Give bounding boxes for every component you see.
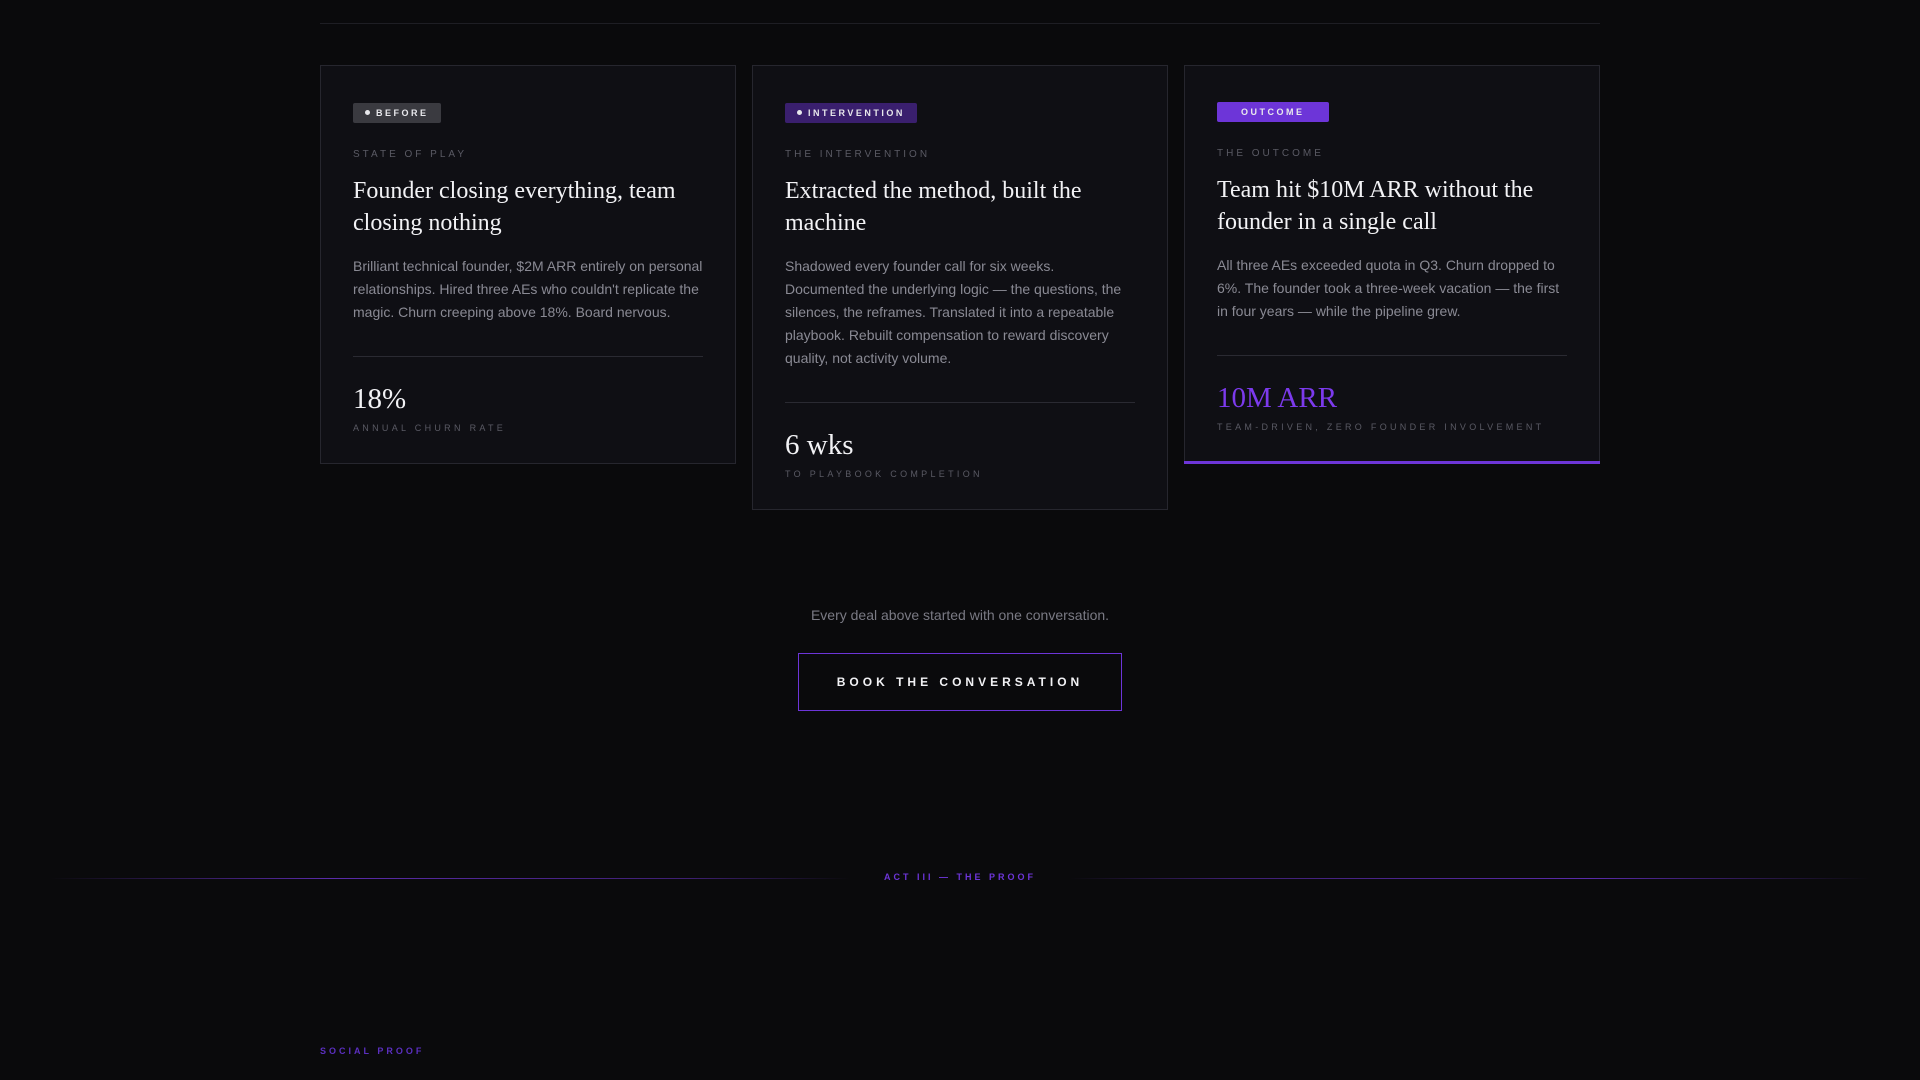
act-divider-line-right: [1070, 878, 1870, 879]
case-card-before: BEFORE STATE OF PLAY Founder closing eve…: [320, 65, 736, 464]
card-eyebrow: THE OUTCOME: [1217, 148, 1324, 159]
badge-before: BEFORE: [353, 102, 441, 123]
act-divider-line-left: [50, 878, 850, 879]
page: BEFORE STATE OF PLAY Founder closing eve…: [0, 0, 1920, 1080]
badge-label: INTERVENTION: [808, 107, 905, 118]
card-metric-label: TEAM-DRIVEN, ZERO FOUNDER INVOLVEMENT: [1217, 422, 1545, 432]
badge-intervention: INTERVENTION: [785, 102, 917, 123]
case-card-intervention: INTERVENTION THE INTERVENTION Extracted …: [752, 65, 1168, 510]
card-body: Brilliant technical founder, $2M ARR ent…: [353, 257, 703, 320]
card-title: Team hit $10M ARR without the founder in…: [1217, 177, 1534, 235]
card-title: Founder closing everything, team closing…: [353, 177, 676, 236]
card-eyebrow: THE INTERVENTION: [785, 148, 931, 160]
badge-label: OUTCOME: [1241, 107, 1305, 117]
card-eyebrow: STATE OF PLAY: [353, 148, 468, 160]
bullet-dot-icon: [797, 110, 802, 115]
cta-caption: Every deal above started with one conver…: [810, 607, 1110, 623]
card-metric-label: TO PLAYBOOK COMPLETION: [785, 468, 983, 479]
card-metric: 6 wks: [785, 428, 854, 461]
card-title: Extracted the method, built the machine: [785, 177, 1082, 236]
top-divider: [320, 23, 1600, 24]
card-divider: [353, 355, 703, 357]
card-body: Shadowed every founder call for six week…: [785, 257, 1122, 366]
section-label-social-proof: SOCIAL PROOF: [320, 1046, 425, 1056]
book-conversation-button[interactable]: BOOK THE CONVERSATION: [798, 653, 1122, 711]
card-body: All three AEs exceeded quota in Q3. Chur…: [1217, 257, 1560, 319]
act-divider-label: ACT III — THE PROOF: [883, 872, 1036, 882]
card-divider: [1217, 355, 1567, 356]
card-metric: 18%: [353, 382, 407, 415]
card-metric: 10M ARR: [1217, 382, 1338, 414]
card-divider: [785, 401, 1135, 403]
bullet-dot-icon: [365, 110, 370, 115]
badge-label: BEFORE: [376, 107, 429, 118]
case-card-outcome: OUTCOME THE OUTCOME Team hit $10M ARR wi…: [1184, 65, 1600, 464]
badge-outcome: OUTCOME: [1217, 102, 1329, 122]
card-metric-label: ANNUAL CHURN RATE: [353, 422, 507, 433]
